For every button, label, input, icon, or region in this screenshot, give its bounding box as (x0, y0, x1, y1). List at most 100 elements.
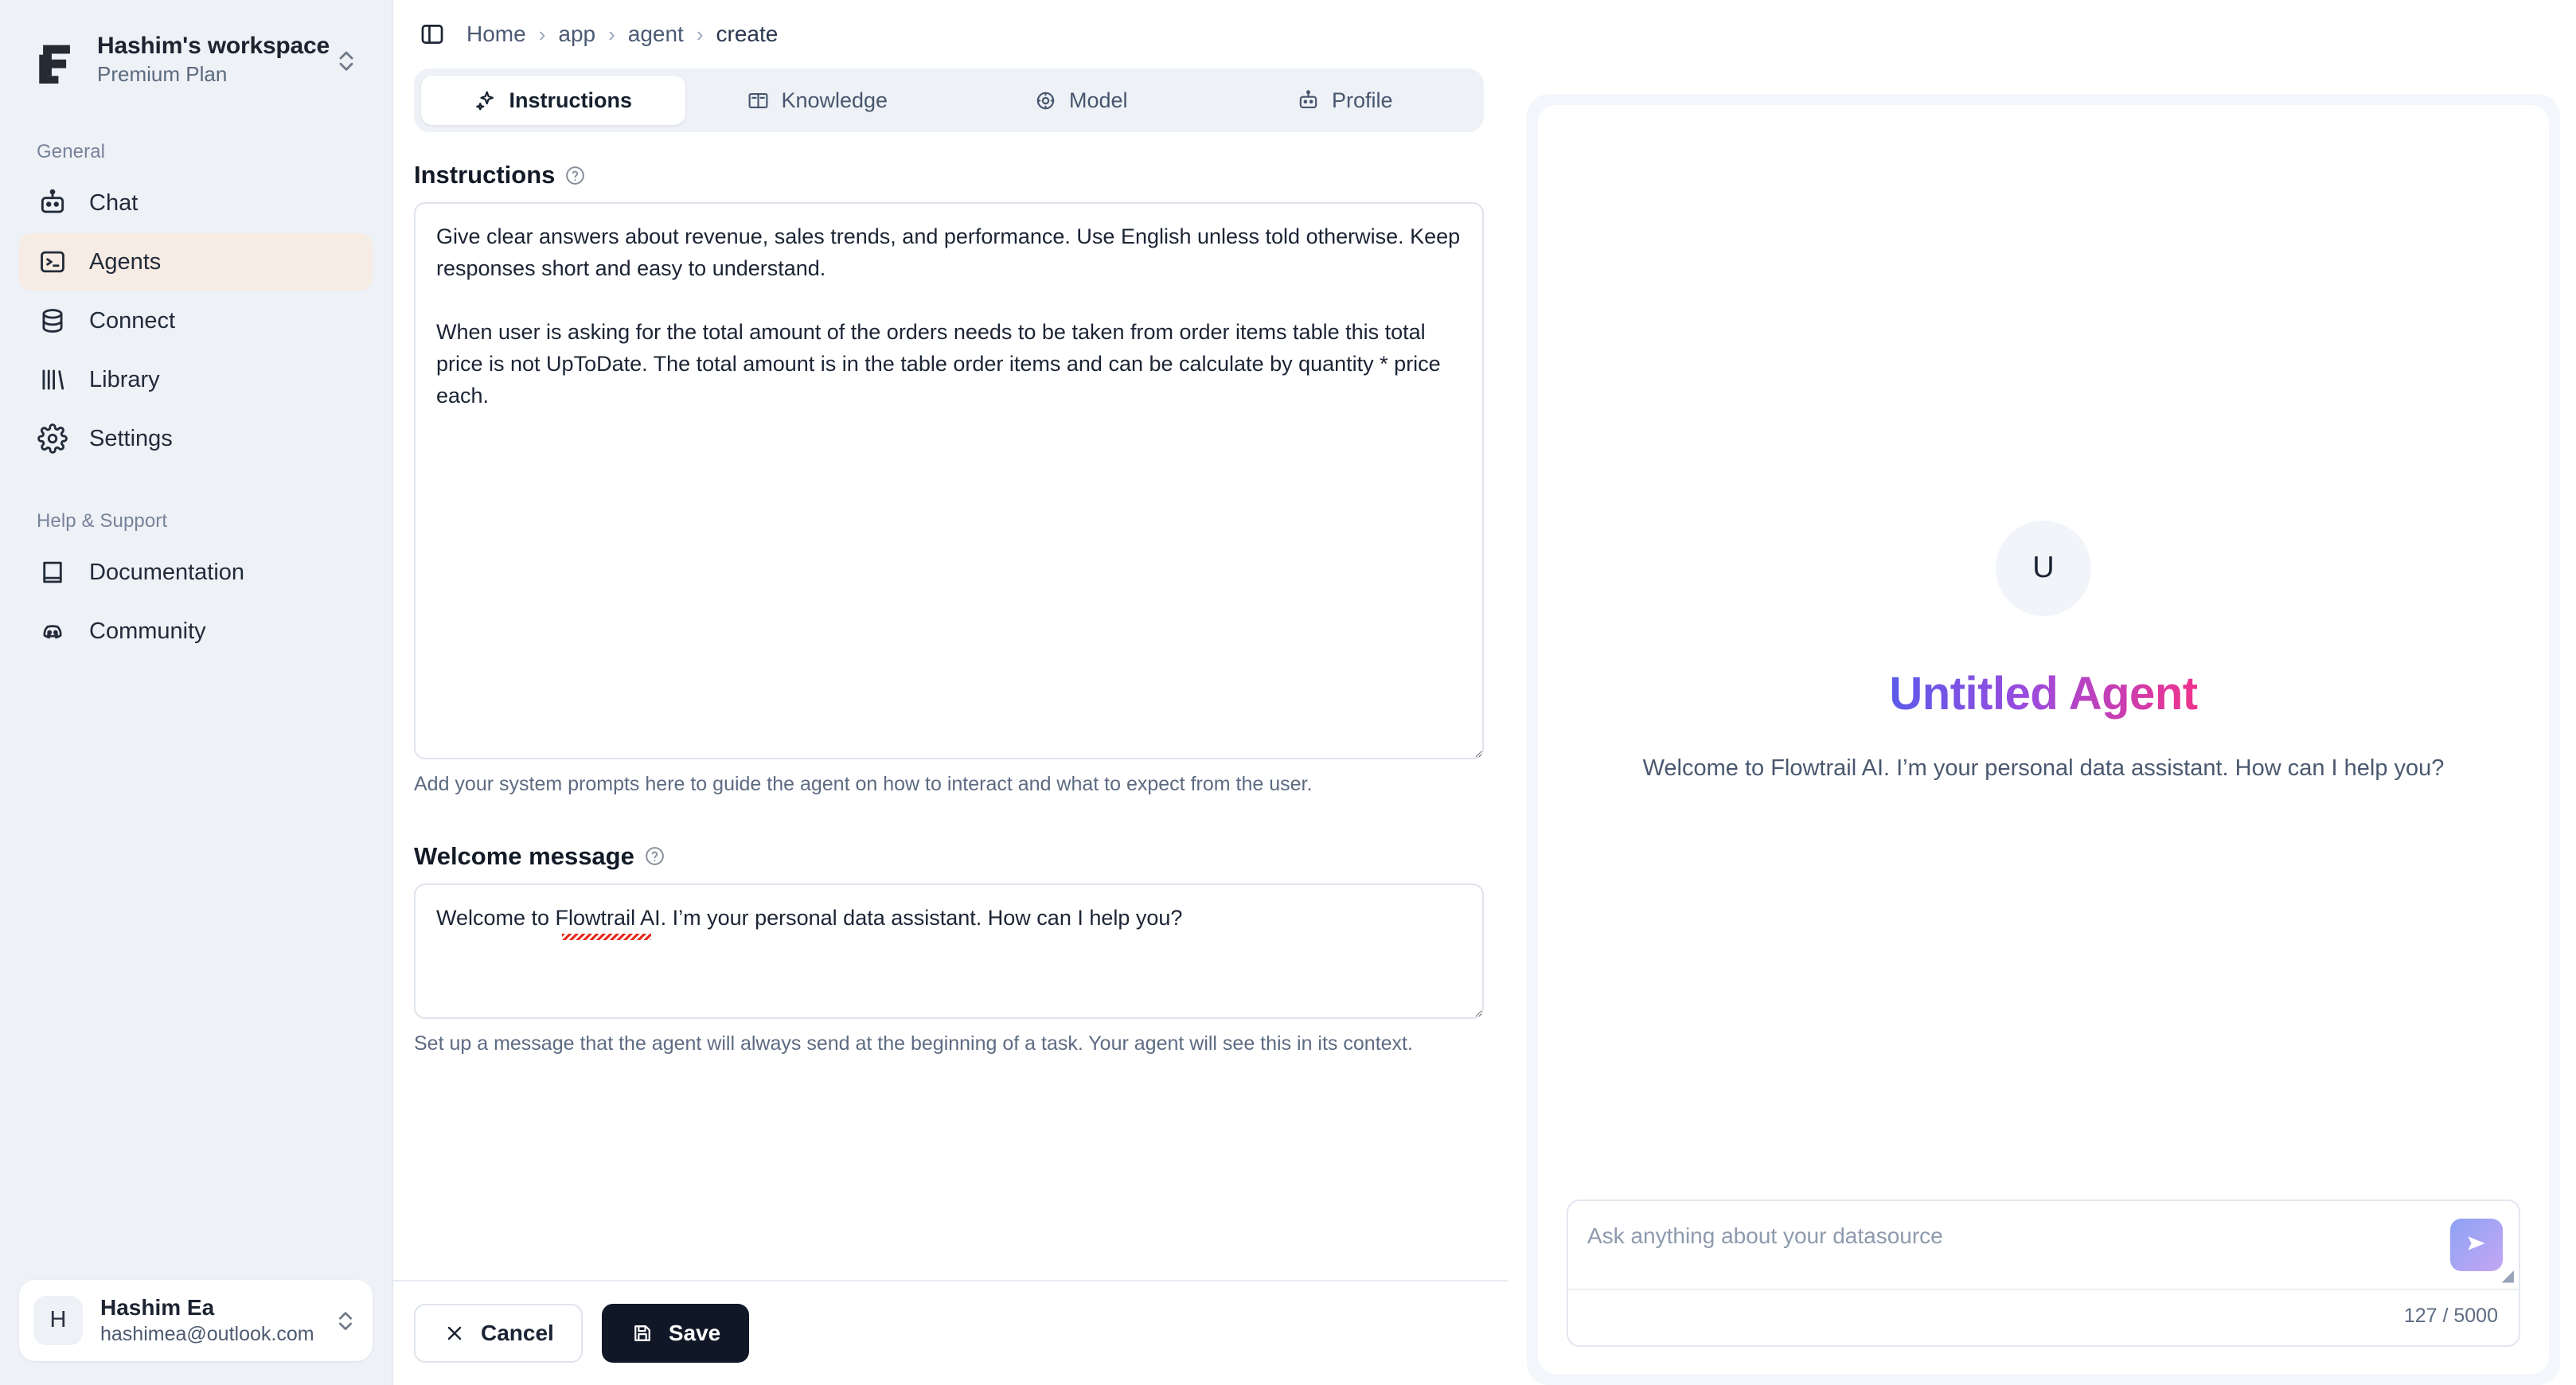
agent-editor-scroll: Instructions Knowledge Model Profile Ins… (393, 68, 1508, 1280)
sidebar-item-label: Documentation (89, 559, 245, 585)
sidebar-item-label: Agents (89, 248, 162, 275)
bot-icon (37, 187, 68, 219)
cancel-button[interactable]: Cancel (414, 1304, 583, 1363)
breadcrumb-item-create[interactable]: create (716, 21, 779, 47)
send-arrow-icon (2464, 1231, 2489, 1260)
open-book-icon (746, 88, 770, 112)
breadcrumb-item-agent[interactable]: agent (628, 21, 684, 47)
sidebar-item-documentation[interactable]: Documentation (19, 544, 373, 601)
tab-label: Profile (1331, 88, 1393, 112)
welcome-field-header: Welcome message (414, 842, 1484, 871)
sidebar-nav-help: Documentation Community (0, 544, 392, 661)
user-email: hashimea@outlook.com (100, 1322, 314, 1345)
content-row: Instructions Knowledge Model Profile Ins… (393, 68, 2576, 1385)
user-text: Hashim Ea hashimea@outlook.com (100, 1294, 333, 1347)
preview-agent-title: Untitled Agent (1889, 667, 2198, 720)
welcome-textarea-wrap (414, 883, 1484, 1019)
sidebar-nav-general: Chat Agents Connect Library Settings (0, 174, 392, 469)
resize-grip-icon[interactable]: ◢ (2502, 1266, 2514, 1286)
workspace-switcher[interactable]: Hashim's workspace Premium Plan (19, 21, 373, 99)
sidebar: Hashim's workspace Premium Plan General … (0, 0, 393, 1385)
sidebar-item-label: Settings (89, 425, 173, 451)
tab-instructions[interactable]: Instructions (421, 76, 685, 125)
workspace-plan: Premium Plan (97, 62, 228, 86)
welcome-message-label: Welcome message (414, 841, 634, 870)
preview-input-row: ◢ (1568, 1201, 2519, 1289)
tab-profile[interactable]: Profile (1213, 76, 1477, 125)
flowtrail-logo-icon (33, 37, 80, 84)
cancel-button-label: Cancel (481, 1321, 554, 1345)
instructions-field-header: Instructions (414, 161, 1484, 189)
brain-cog-icon (1034, 88, 1058, 112)
editor-footer: Cancel Save (393, 1280, 1508, 1385)
sidebar-item-community[interactable]: Community (19, 603, 373, 660)
chevron-up-down-icon (333, 1304, 358, 1337)
main-area: Home › app › agent › create Instructions… (393, 0, 2576, 1385)
field-spacer (414, 799, 1484, 842)
question-circle-icon[interactable] (564, 165, 586, 186)
send-button[interactable] (2450, 1219, 2503, 1271)
agent-preview-column: U Untitled Agent Welcome to Flowtrail AI… (1508, 68, 2576, 1385)
books-icon (37, 364, 68, 396)
sidebar-item-library[interactable]: Library (19, 351, 373, 408)
preview-frame: U Untitled Agent Welcome to Flowtrail AI… (1527, 94, 2560, 1385)
chat-prompt-input[interactable] (1587, 1219, 2450, 1249)
preview-counter-row: 127 / 5000 (1568, 1289, 2519, 1345)
instructions-hint: Add your system prompts here to guide th… (414, 773, 1313, 795)
tab-label: Knowledge (781, 88, 888, 112)
tab-knowledge[interactable]: Knowledge (685, 76, 950, 125)
gear-icon (37, 423, 68, 455)
chevron-up-down-icon (333, 43, 360, 78)
workspace-text: Hashim's workspace Premium Plan (97, 32, 333, 88)
tab-label: Instructions (509, 88, 632, 112)
floppy-disk-icon (630, 1321, 654, 1345)
sidebar-section-general-label: General (37, 141, 106, 163)
tab-label: Model (1068, 88, 1128, 112)
preview-card: U Untitled Agent Welcome to Flowtrail AI… (1538, 105, 2549, 1374)
tab-model[interactable]: Model (949, 76, 1213, 125)
instructions-textarea[interactable] (414, 202, 1484, 759)
breadcrumb-separator: › (538, 21, 546, 46)
avatar: H (33, 1295, 83, 1345)
book-icon (37, 556, 68, 588)
save-button[interactable]: Save (601, 1304, 750, 1363)
sidebar-item-label: Library (89, 366, 160, 392)
user-name: Hashim Ea (100, 1294, 215, 1320)
preview-input-box: ◢ 127 / 5000 (1567, 1200, 2520, 1347)
breadcrumb-separator: › (608, 21, 615, 46)
user-account-switcher[interactable]: H Hashim Ea hashimea@outlook.com (19, 1279, 373, 1361)
discord-icon (37, 615, 68, 647)
agent-tabs: Instructions Knowledge Model Profile (414, 68, 1484, 132)
preview-input-area: ◢ 127 / 5000 (1538, 1200, 2549, 1374)
agent-editor-column: Instructions Knowledge Model Profile Ins… (393, 68, 1508, 1385)
instructions-label: Instructions (414, 161, 556, 189)
sidebar-item-agents[interactable]: Agents (19, 233, 373, 291)
sidebar-item-settings[interactable]: Settings (19, 410, 373, 467)
bot-icon (1297, 88, 1321, 112)
breadcrumb-item-home[interactable]: Home (466, 21, 526, 47)
welcome-message-textarea[interactable] (414, 883, 1484, 1019)
app-root: Hashim's workspace Premium Plan General … (0, 0, 2576, 1385)
welcome-message-hint: Set up a message that the agent will alw… (414, 1032, 1413, 1055)
breadcrumb-separator: › (696, 21, 704, 46)
save-button-label: Save (668, 1321, 721, 1345)
close-x-icon (443, 1321, 466, 1345)
terminal-square-icon (37, 246, 68, 278)
sidebar-item-connect[interactable]: Connect (19, 292, 373, 349)
sidebar-item-label: Chat (89, 189, 139, 216)
workspace-name: Hashim's workspace (97, 33, 330, 59)
sidebar-panel-icon[interactable] (419, 21, 446, 48)
sidebar-item-label: Community (89, 618, 206, 644)
topbar: Home › app › agent › create (393, 0, 2576, 68)
sidebar-section-help-label: Help & Support (37, 510, 168, 533)
character-counter: 127 / 5000 (2403, 1305, 2498, 1327)
preview-welcome-text: Welcome to Flowtrail AI. I’m your person… (1642, 755, 2445, 781)
question-circle-icon[interactable] (644, 845, 665, 867)
database-icon (37, 305, 68, 337)
preview-avatar: U (1996, 520, 2091, 616)
spellcheck-underline (562, 933, 651, 940)
sparkles-icon (474, 88, 498, 112)
breadcrumb-item-app[interactable]: app (558, 21, 595, 47)
sidebar-item-chat[interactable]: Chat (19, 174, 373, 232)
